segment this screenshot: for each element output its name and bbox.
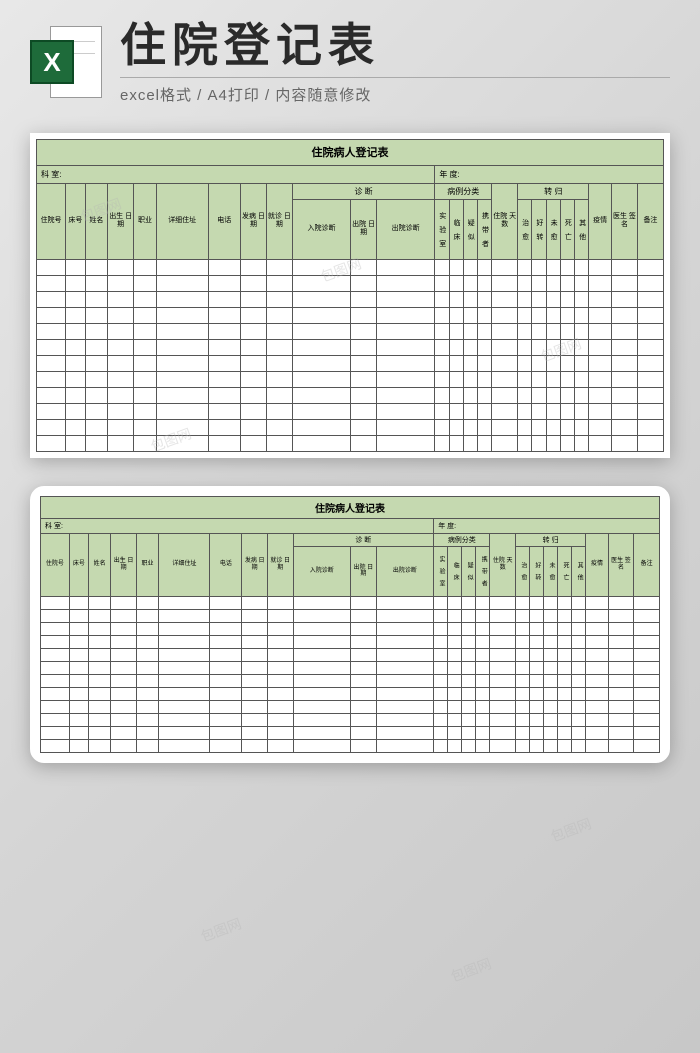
col-doctor-sign: 医生 签名 [608,533,634,596]
col-better: 好 转 [530,546,544,596]
table-row [37,419,664,435]
spreadsheet-preview-large: 住院病人登记表 科 室: 年 度: 住院号 床号 姓名 出生 日期 职业 详细住… [30,133,670,458]
table-row [41,713,660,726]
col-discharge-date: 出院 日期 [351,199,377,259]
col-notcured: 未 愈 [544,546,558,596]
page-subtitle: excel格式 / A4打印 / 内容随意修改 [120,77,670,105]
col-clinical: 临 床 [449,199,463,259]
col-cured: 治 愈 [518,199,532,259]
col-admit-dx: 入院诊断 [293,546,351,596]
col-bed-no: 床号 [66,183,85,259]
col-job: 职业 [136,533,158,596]
col-cured: 治 愈 [516,546,530,596]
col-carrier: 携 带 者 [476,546,490,596]
col-phone: 电话 [210,533,242,596]
col-discharge-date: 出院 日期 [351,546,377,596]
col-visit: 就诊 日期 [267,533,293,596]
col-birth: 出生 日期 [111,533,137,596]
col-better: 好 转 [532,199,546,259]
col-remark: 备注 [637,183,663,259]
col-suspect: 疑 似 [463,199,477,259]
col-epidemic: 疫情 [586,533,608,596]
table-row [37,435,664,451]
col-onset: 发病 日期 [241,183,267,259]
col-other: 其 他 [575,199,589,259]
table-row [37,275,664,291]
excel-badge-letter: X [30,40,74,84]
watermark: 包图网 [548,813,594,846]
table-row [41,726,660,739]
page-header: X 住院登记表 excel格式 / A4打印 / 内容随意修改 [0,0,700,115]
watermark: 包图网 [448,953,494,986]
year-label: 年 度: [434,518,660,533]
table-row [41,739,660,752]
table-row [41,609,660,622]
col-admit-dx: 入院诊断 [292,199,350,259]
spreadsheet-preview-tablet: 住院病人登记表 科 室: 年 度: 住院号 床号 姓名 出生 日期 职业 详细住… [30,486,670,763]
form-title: 住院病人登记表 [41,496,660,518]
table-row [41,596,660,609]
col-visit: 就诊 日期 [266,183,292,259]
table-row [37,259,664,275]
table-row [41,687,660,700]
registration-table: 住院病人登记表 科 室: 年 度: 住院号 床号 姓名 出生 日期 职业 详细住… [36,139,664,452]
col-name: 姓名 [85,183,108,259]
table-row [37,291,664,307]
col-suspect: 疑 似 [462,546,476,596]
page-title: 住院登记表 [120,20,670,71]
col-death: 死 亡 [560,199,574,259]
col-carrier: 携 带 者 [478,199,492,259]
group-diagnosis: 诊 断 [292,183,435,199]
table-row [37,355,664,371]
table-row [37,339,664,355]
table-row [41,661,660,674]
col-days: 住院 天数 [492,183,518,259]
col-notcured: 未 愈 [546,199,560,259]
table-row [37,403,664,419]
excel-icon: X [30,26,102,98]
table-row [37,371,664,387]
col-death: 死 亡 [558,546,572,596]
table-row [41,674,660,687]
group-case-type: 病例分类 [434,533,490,546]
col-address: 详细住址 [159,533,210,596]
col-hospital-no: 住院号 [41,533,70,596]
table-row [37,387,664,403]
col-lab: 实 验 室 [434,546,448,596]
form-title: 住院病人登记表 [37,139,664,165]
col-onset: 发病 日期 [242,533,268,596]
table-row [41,648,660,661]
col-days: 住院 天数 [490,533,516,596]
group-case-type: 病例分类 [435,183,492,199]
dept-label: 科 室: [41,518,434,533]
col-epidemic: 疫情 [589,183,612,259]
col-address: 详细住址 [156,183,208,259]
col-clinical: 临 床 [448,546,462,596]
table-row [37,307,664,323]
col-lab: 实 验 室 [435,199,449,259]
col-name: 姓名 [88,533,110,596]
col-other: 其 他 [572,546,586,596]
table-row [41,622,660,635]
col-hospital-no: 住院号 [37,183,66,259]
year-label: 年 度: [435,165,664,183]
group-outcome: 转 归 [516,533,586,546]
group-diagnosis: 诊 断 [293,533,434,546]
watermark: 包图网 [198,913,244,946]
col-remark: 备注 [634,533,660,596]
group-outcome: 转 归 [518,183,589,199]
col-bed-no: 床号 [69,533,88,596]
dept-label: 科 室: [37,165,435,183]
col-birth: 出生 日期 [108,183,134,259]
col-discharge-dx: 出院诊断 [377,199,435,259]
col-job: 职业 [134,183,157,259]
table-row [37,323,664,339]
col-discharge-dx: 出院诊断 [376,546,434,596]
col-phone: 电话 [208,183,240,259]
col-doctor-sign: 医生 签名 [611,183,637,259]
registration-table-small: 住院病人登记表 科 室: 年 度: 住院号 床号 姓名 出生 日期 职业 详细住… [40,496,660,753]
table-row [41,635,660,648]
table-row [41,700,660,713]
